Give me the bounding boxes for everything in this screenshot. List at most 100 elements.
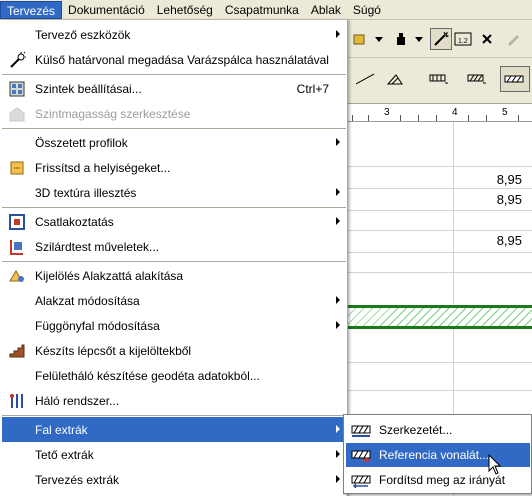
close-x-icon[interactable] (476, 28, 498, 50)
magic-wand-icon (5, 49, 29, 71)
dropdown-arrow-icon[interactable] (368, 28, 390, 50)
menu-ablak[interactable]: Ablak (305, 1, 347, 19)
menu-item-label: Kijelölés Alakzattá alakítása (35, 268, 184, 283)
menu-item-keszits-lepcsot[interactable]: Készíts lépcsőt a kijelöltekből (2, 338, 346, 363)
menu-item-kijeloles-alakzatta[interactable]: Kijelölés Alakzattá alakítása (2, 263, 346, 288)
menu-lehetoseg[interactable]: Lehetőség (151, 1, 219, 19)
menu-item-label: Összetett profilok (35, 135, 128, 150)
menu-item-tervezo-eszkozok[interactable]: Tervező eszközök (2, 22, 346, 47)
ruler-tick (518, 115, 519, 121)
menu-csapatmunka[interactable]: Csapatmunka (219, 1, 305, 19)
menu-item-alakzat-modositasa[interactable]: Alakzat módosítása (2, 288, 346, 313)
dimension-icon[interactable]: 1.2 (452, 28, 474, 50)
convert-to-morph-icon (5, 265, 29, 287)
submenu-item-fordítsd-meg[interactable]: Fordítsd meg az irányát (346, 468, 530, 492)
wall-structure-icon (348, 420, 374, 440)
svg-text:1.2: 1.2 (458, 38, 468, 45)
cube-icon[interactable] (348, 28, 370, 50)
wall-filled-icon[interactable] (500, 66, 530, 92)
blank-icon (5, 444, 29, 466)
blank-icon (5, 132, 29, 154)
menu-item-frissitsd-helyisegeket[interactable]: Frissítsd a helyiségeket... (2, 155, 346, 180)
stair-icon (5, 340, 29, 362)
magic-wand-tool-icon[interactable] (430, 28, 452, 50)
ruler-tick (486, 115, 487, 121)
tervezes-dropdown-menu: Tervező eszközök Külső határvonal megadá… (0, 20, 348, 496)
table-row-line (348, 272, 532, 273)
blank-icon (5, 24, 29, 46)
ruler: 3 4 5 (348, 104, 532, 122)
shortcut-label: Ctrl+7 (296, 81, 329, 96)
menu-item-3d-textura[interactable]: 3D textúra illesztés (2, 180, 346, 205)
table-cell-value: 8,95 (496, 192, 522, 207)
submenu-item-szerkezetet[interactable]: Szerkezetét... (346, 418, 530, 442)
menu-item-label: Függönyfal módosítása (35, 318, 160, 333)
menu-separator (2, 207, 346, 208)
ruler-tick (436, 115, 437, 121)
fill-tool-icon[interactable] (384, 68, 406, 90)
blank-icon (5, 419, 29, 441)
menu-item-osszetett-profilok[interactable]: Összetett profilok (2, 130, 346, 155)
wall-hatch-icon[interactable] (466, 68, 488, 90)
fal-extrak-submenu: Szerkezetét... Referencia vonalát... For… (343, 414, 532, 494)
menu-item-szintmagassag[interactable]: Szintmagasság szerkesztése (2, 101, 346, 126)
solid-operations-icon (5, 236, 29, 258)
table-row-line (348, 230, 532, 231)
blank-icon (5, 290, 29, 312)
table-cell-value: 8,95 (496, 233, 522, 248)
menu-item-label: Háló rendszer... (35, 393, 120, 408)
menu-item-label: Fal extrák (35, 422, 88, 437)
ruler-number: 3 (384, 107, 390, 118)
menu-sugo[interactable]: Súgó (347, 1, 387, 19)
submenu-arrow-icon (336, 321, 340, 329)
submenu-arrow-icon (336, 475, 340, 483)
menu-item-teto-extrak[interactable]: Tető extrák (2, 442, 346, 467)
table-row-line (348, 390, 532, 391)
grid-system-icon (5, 390, 29, 412)
submenu-arrow-icon (336, 30, 340, 38)
submenu-arrow-icon (336, 425, 340, 433)
menu-separator (2, 74, 346, 75)
menu-item-fal-extrak[interactable]: Fal extrák (2, 417, 346, 442)
submenu-arrow-icon (336, 450, 340, 458)
ruler-tick (368, 115, 369, 121)
submenu-arrow-icon (336, 188, 340, 196)
menu-item-label: Felületháló készítése geodéta adatokból.… (35, 368, 260, 383)
menu-item-feluletalo[interactable]: Felületháló készítése geodéta adatokból.… (2, 363, 346, 388)
menu-item-tervezes-extrak[interactable]: Tervezés extrák (2, 467, 346, 492)
ruler-tick (400, 115, 401, 121)
wall-reference-line-icon (348, 445, 374, 465)
menu-item-varazspalca[interactable]: Külső határvonal megadása Varázspálca ha… (2, 47, 346, 72)
submenu-item-referencia-vonalat[interactable]: Referencia vonalát... (346, 443, 530, 467)
ruler-tick (468, 115, 469, 121)
ruler-number: 5 (502, 107, 508, 118)
menu-item-label: Szilárdtest műveletek... (35, 239, 160, 254)
connect-icon (5, 211, 29, 233)
menu-item-halo-rendszer[interactable]: Háló rendszer... (2, 388, 346, 413)
stories-icon (5, 78, 29, 100)
menu-bar: Tervezés Dokumentáció Lehetőség Csapatmu… (0, 0, 532, 20)
blank-icon (5, 469, 29, 491)
menu-item-szilardtest[interactable]: Szilárdtest műveletek... (2, 234, 346, 259)
table-cell-value: 8,95 (496, 172, 522, 187)
submenu-item-label: Szerkezetét... (379, 423, 453, 437)
toolbar-bottom (348, 58, 532, 104)
blank-icon (5, 315, 29, 337)
line-tool-icon[interactable] (354, 68, 376, 90)
menu-dokumentacio[interactable]: Dokumentáció (62, 1, 151, 19)
menu-item-label: Tervezés extrák (35, 472, 120, 487)
menu-item-szintek-beallitasai[interactable]: Szintek beállításai... Ctrl+7 (2, 76, 346, 101)
toolbar-top: 1.2 (348, 20, 532, 58)
dropdown-arrow-icon[interactable] (408, 28, 430, 50)
mouse-cursor-icon (488, 454, 502, 475)
wall-arrow-icon[interactable] (428, 68, 450, 90)
menu-item-fuggonyfal-modositasa[interactable]: Függönyfal módosítása (2, 313, 346, 338)
table-row-line (348, 166, 532, 167)
ruler-tick (352, 115, 353, 121)
menu-tervezes[interactable]: Tervezés (0, 0, 63, 19)
submenu-item-label: Fordítsd meg az irányát (379, 473, 506, 487)
pen-icon[interactable] (502, 28, 524, 50)
table-row-line (348, 362, 532, 363)
menu-item-label: 3D textúra illesztés (35, 185, 137, 200)
menu-item-csatlakoztatas[interactable]: Csatlakoztatás (2, 209, 346, 234)
